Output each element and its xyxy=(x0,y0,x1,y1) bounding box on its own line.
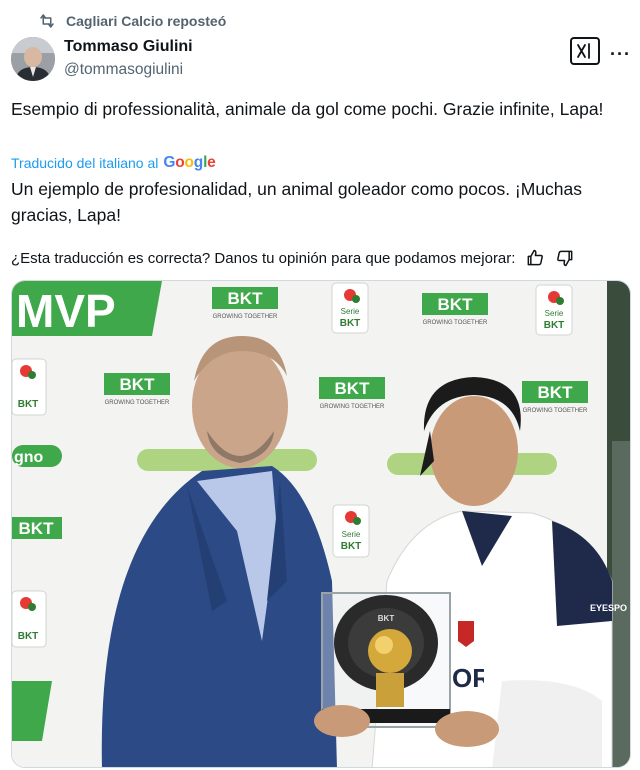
serie-bkt-logo: BKT xyxy=(12,590,47,648)
svg-text:Serie: Serie xyxy=(341,307,360,316)
jersey-badge: EYESPO xyxy=(590,603,627,613)
bkt-logo: BKT xyxy=(12,517,62,539)
svg-text:BKT: BKT xyxy=(538,383,574,402)
more-options-icon[interactable]: ··· xyxy=(610,44,631,65)
repost-header[interactable]: Cagliari Calcio reposteó xyxy=(38,13,226,29)
hand xyxy=(435,711,499,747)
bkt-logo: BKT GROWING TOGETHER xyxy=(522,381,588,414)
serie-bkt-logo: BKT xyxy=(12,358,47,416)
thumbs-down-icon[interactable] xyxy=(555,248,575,268)
mvp-text: MVP xyxy=(16,285,116,337)
svg-text:BKT: BKT xyxy=(19,519,55,538)
svg-text:BKT: BKT xyxy=(18,399,39,410)
svg-text:GROWING TOGETHER: GROWING TOGETHER xyxy=(213,314,278,320)
author-name[interactable]: Tommaso Giulini xyxy=(64,38,193,56)
author-handle[interactable]: @tommasogiulini xyxy=(64,61,183,79)
feedback-prompt: ¿Esta traducción es correcta? Danos tu o… xyxy=(11,249,516,267)
svg-text:BKT: BKT xyxy=(120,375,156,394)
post-photo[interactable]: MVP BKT GROWING TOGETHER BKT GROWING TOG… xyxy=(11,280,631,768)
grok-button[interactable] xyxy=(570,37,600,65)
svg-text:GROWING TOGETHER: GROWING TOGETHER xyxy=(105,400,170,406)
hand xyxy=(314,705,370,737)
svg-text:BKT: BKT xyxy=(378,614,395,623)
svg-text:Serie: Serie xyxy=(342,530,361,539)
svg-text:GROWING TOGETHER: GROWING TOGETHER xyxy=(523,408,588,414)
svg-text:BKT: BKT xyxy=(341,541,362,552)
svg-text:gno: gno xyxy=(14,449,44,466)
serie-bkt-logo: Serie BKT xyxy=(331,282,369,334)
repost-icon xyxy=(40,14,54,28)
svg-text:BKT: BKT xyxy=(228,289,264,308)
hashtag-banner: gno xyxy=(12,445,62,467)
serie-bkt-logo: Serie BKT xyxy=(332,504,370,558)
serie-bkt-logo: Serie BKT xyxy=(535,284,573,336)
repost-label: Cagliari Calcio reposteó xyxy=(66,13,227,29)
thumbs-up-icon[interactable] xyxy=(525,248,545,268)
bkt-logo: BKT GROWING TOGETHER xyxy=(212,287,278,320)
svg-text:BKT: BKT xyxy=(340,318,361,329)
svg-text:GROWING TOGETHER: GROWING TOGETHER xyxy=(423,320,488,326)
grok-icon xyxy=(577,43,590,59)
bkt-logo: BKT GROWING TOGETHER xyxy=(319,377,385,410)
translated-label: Traducido del italiano al xyxy=(11,155,159,171)
avatar[interactable] xyxy=(11,37,55,81)
post-translated-text: Un ejemplo de profesionalidad, un animal… xyxy=(11,179,583,225)
post-original-text: Esempio di professionalità, animale da g… xyxy=(11,99,604,119)
bkt-logo: BKT GROWING TOGETHER xyxy=(104,373,170,406)
svg-text:BKT: BKT xyxy=(438,295,474,314)
google-logo: Google xyxy=(163,154,216,171)
svg-text:BKT: BKT xyxy=(335,379,371,398)
svg-text:GROWING TOGETHER: GROWING TOGETHER xyxy=(320,404,385,410)
svg-text:Serie: Serie xyxy=(545,309,564,318)
translation-feedback: ¿Esta traducción es correcta? Danos tu o… xyxy=(11,248,575,268)
svg-text:BKT: BKT xyxy=(18,631,39,642)
bkt-logo: BKT GROWING TOGETHER xyxy=(422,293,488,326)
translation-attribution[interactable]: Traducido del italiano al Google xyxy=(11,154,216,172)
svg-text:BKT: BKT xyxy=(544,320,565,331)
